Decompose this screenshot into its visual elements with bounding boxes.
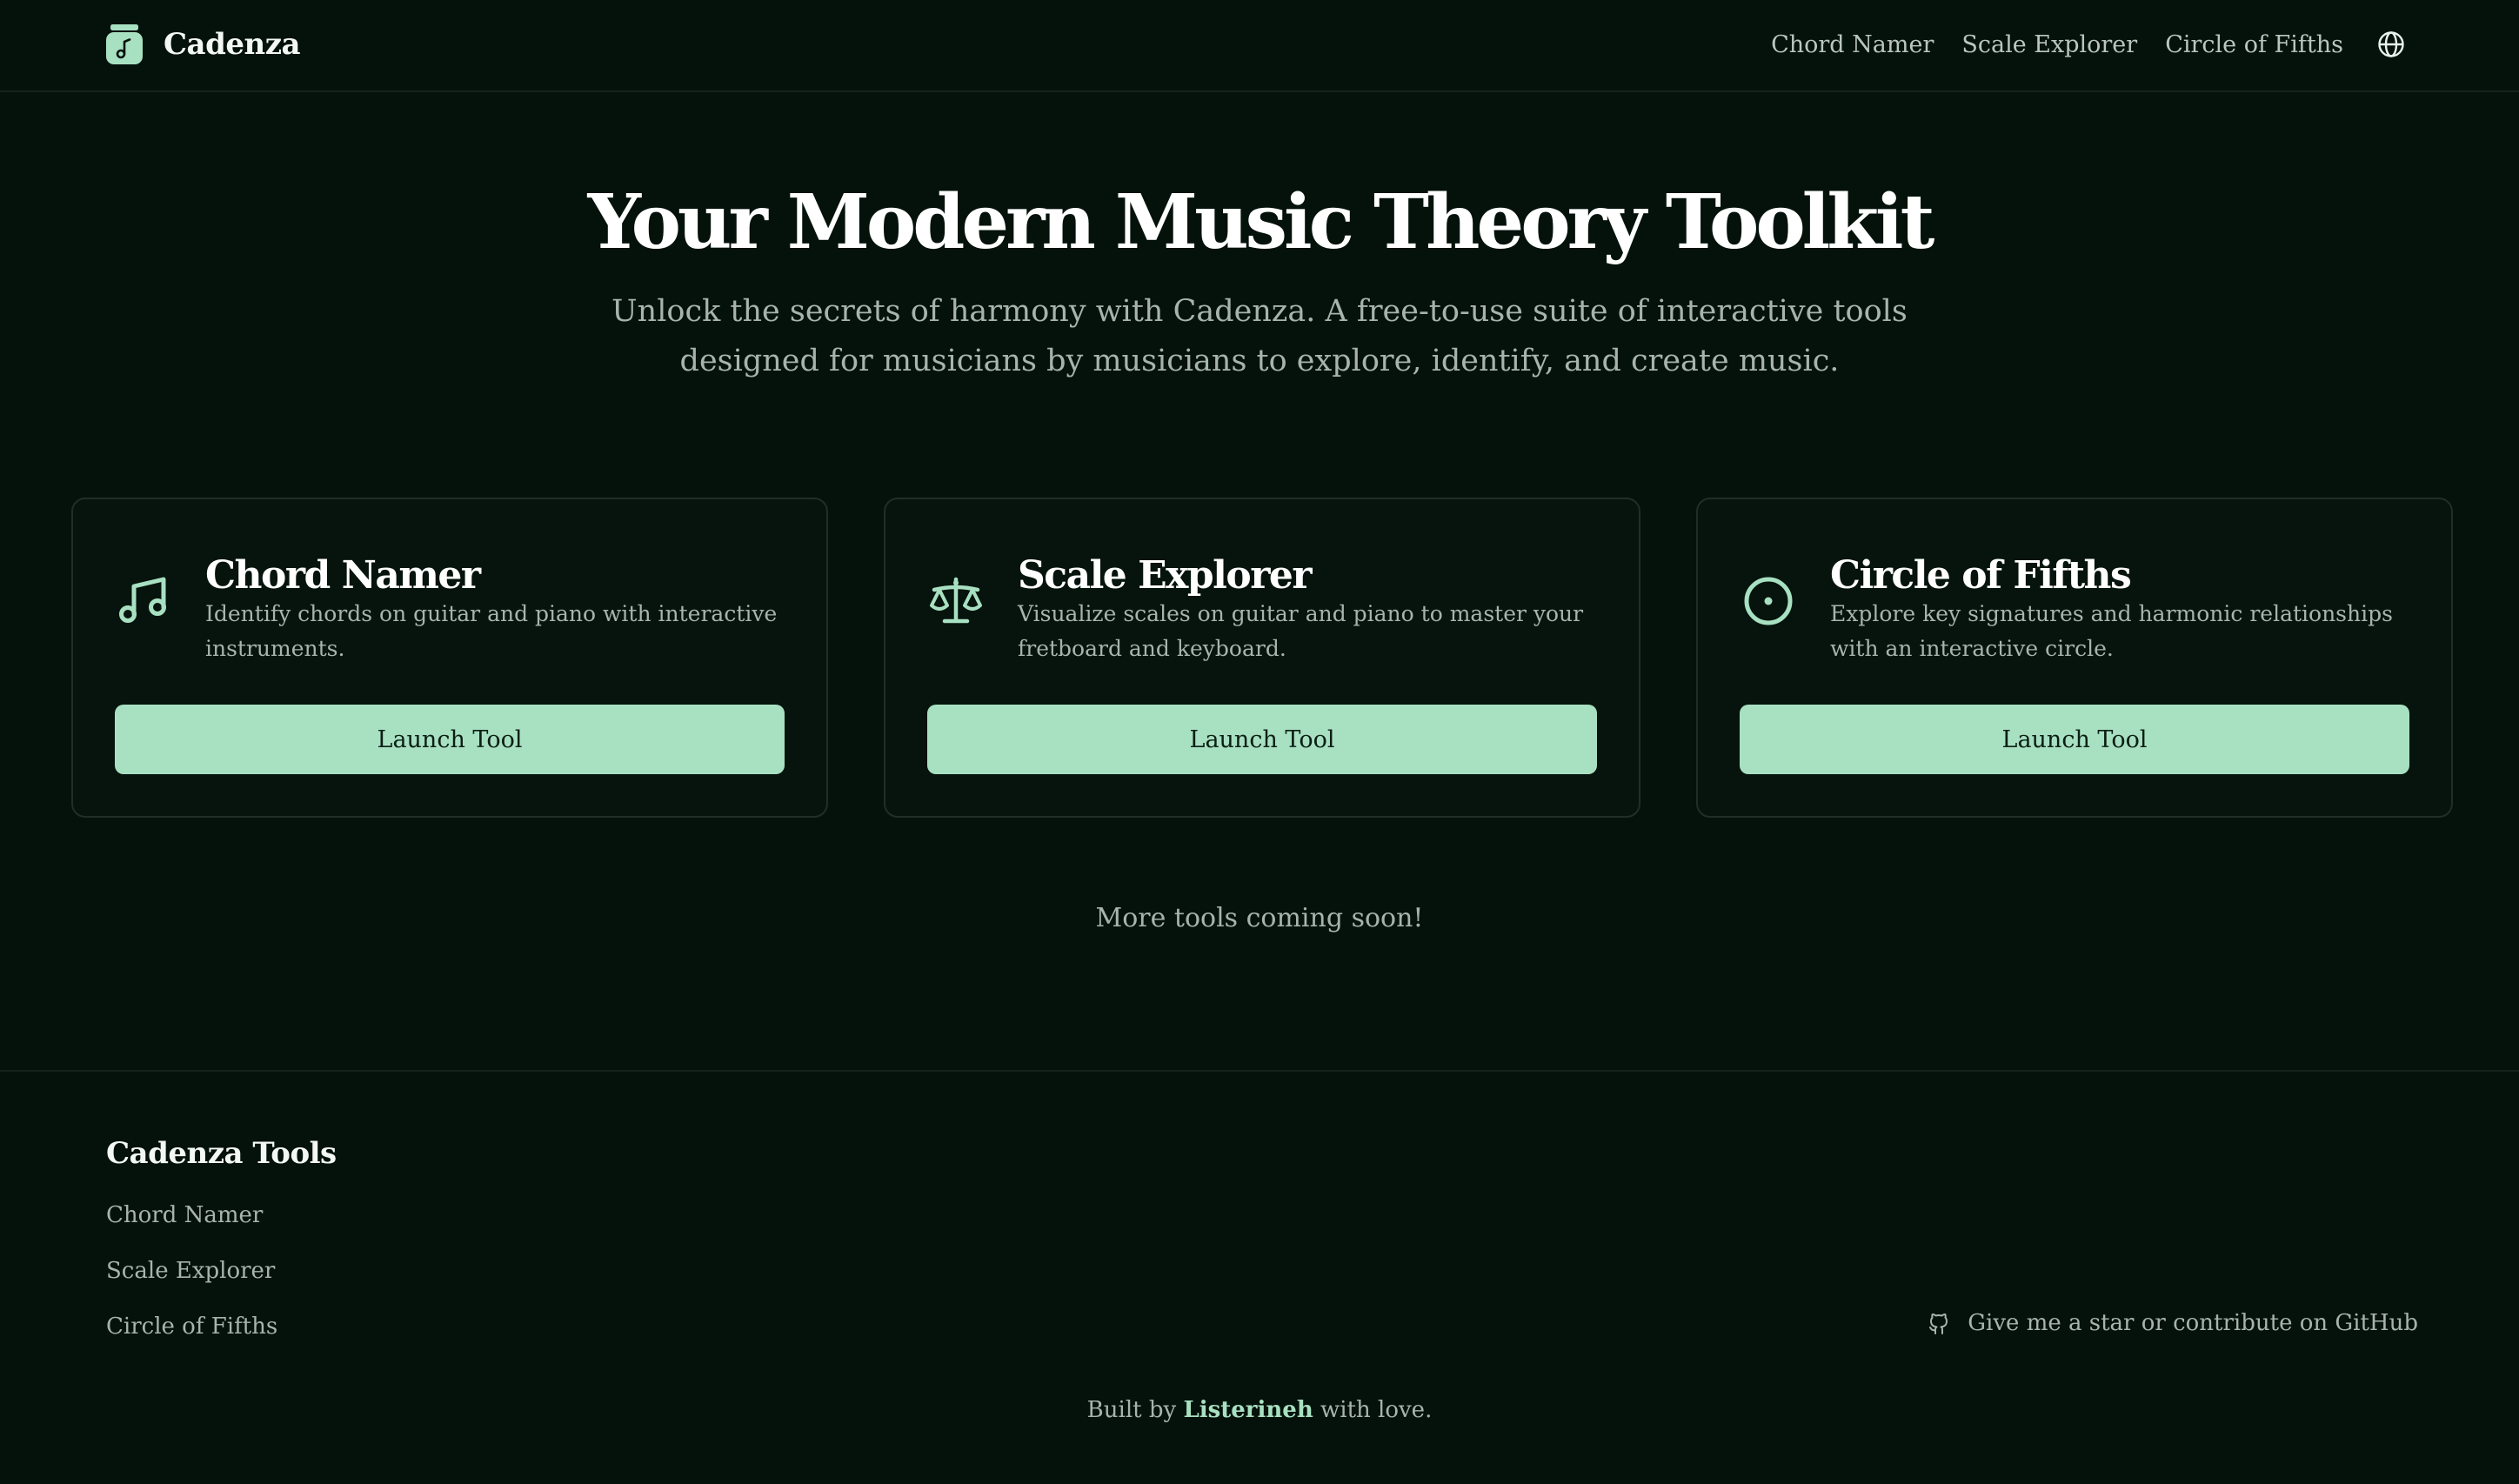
tool-card-chord-namer: Chord Namer Identify chords on guitar an… [71, 498, 828, 818]
tool-card-title: Chord Namer [205, 553, 481, 598]
brand-link[interactable]: Cadenza [103, 21, 301, 68]
footer-link-chord-namer[interactable]: Chord Namer [106, 1202, 263, 1228]
tool-card-description: Explore key signatures and harmonic rela… [1830, 601, 2393, 661]
launch-chord-namer-button[interactable]: Launch Tool [115, 705, 785, 774]
site-footer: Cadenza Tools Chord Namer Scale Explorer… [0, 1070, 2519, 1484]
nav-link-circle-of-fifths[interactable]: Circle of Fifths [2165, 31, 2343, 58]
more-tools-note: More tools coming soon! [1095, 903, 1424, 933]
music-note-icon [119, 577, 166, 623]
github-icon [1929, 1313, 1948, 1334]
main-nav: Chord Namer Scale Explorer Circle of Fif… [1771, 23, 2406, 66]
credit-suffix: with love. [1320, 1397, 1433, 1423]
credit-author-link[interactable]: Listerineh [1183, 1397, 1313, 1423]
tool-card-title: Scale Explorer [1018, 553, 1313, 598]
tool-card-scale-explorer: Scale Explorer Visualize scales on guita… [884, 498, 1640, 818]
nav-link-chord-namer[interactable]: Chord Namer [1771, 31, 1934, 58]
tool-cards: Chord Namer Identify chords on guitar an… [71, 498, 2453, 818]
nav-link-scale-explorer[interactable]: Scale Explorer [1961, 31, 2137, 58]
github-link[interactable]: Give me a star or contribute on GitHub [1926, 1310, 2418, 1336]
footer-link-circle-of-fifths[interactable]: Circle of Fifths [106, 1314, 277, 1340]
launch-scale-explorer-button[interactable]: Launch Tool [927, 705, 1597, 774]
music-jar-logo-icon [106, 24, 143, 64]
brand-name: Cadenza [164, 27, 301, 62]
footer-link-scale-explorer[interactable]: Scale Explorer [106, 1258, 275, 1284]
tool-card-title: Circle of Fifths [1830, 553, 2132, 598]
footer-credit: Built by Listerineh with love. [0, 1397, 2519, 1423]
scale-balance-icon [930, 577, 982, 624]
site-header: Cadenza Chord Namer Scale Explorer Circl… [0, 0, 2519, 92]
hero-title: Your Modern Music Theory Toolkit [587, 178, 1935, 266]
tool-card-description: Identify chords on guitar and piano with… [205, 601, 778, 661]
github-link-text: Give me a star or contribute on GitHub [1968, 1310, 2418, 1336]
launch-circle-of-fifths-button[interactable]: Launch Tool [1740, 705, 2409, 774]
credit-prefix: Built by [1086, 1397, 1177, 1423]
hero-subtitle: Unlock the secrets of harmony with Caden… [611, 294, 1908, 378]
tool-card-circle-of-fifths: Circle of Fifths Explore key signatures … [1696, 498, 2453, 818]
globe-icon[interactable] [2376, 30, 2406, 59]
tool-card-description: Visualize scales on guitar and piano to … [1018, 601, 1584, 661]
circle-dot-icon [1744, 577, 1793, 625]
footer-heading: Cadenza Tools [106, 1136, 337, 1171]
